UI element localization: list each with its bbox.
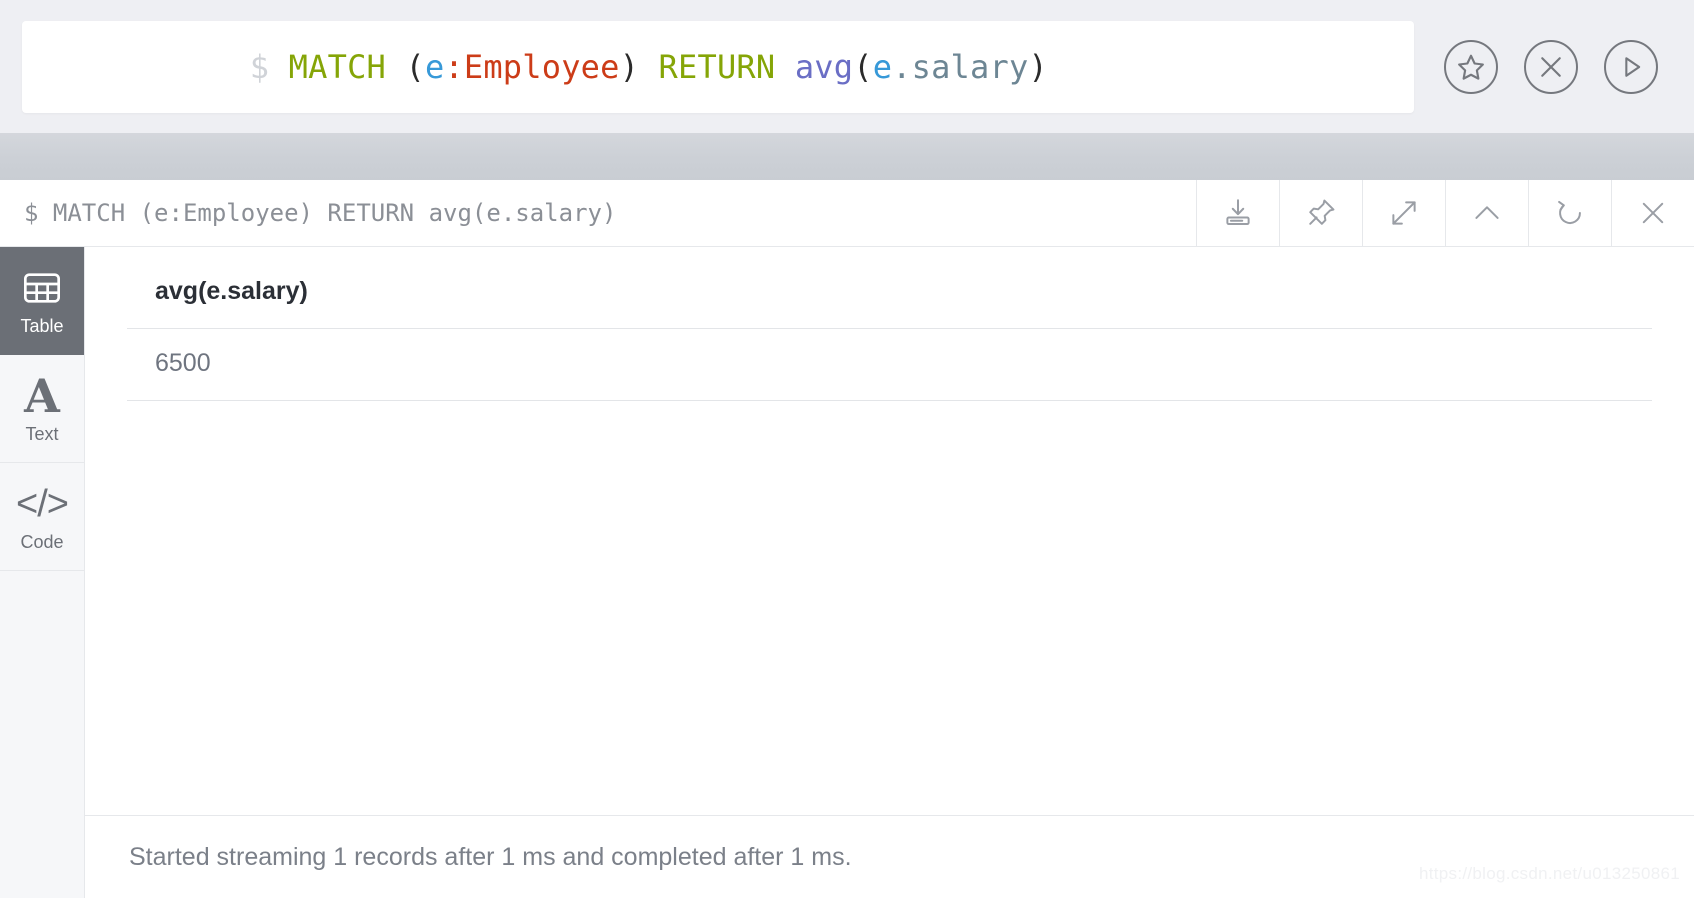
editor-action-buttons (1444, 39, 1658, 94)
code-icon: </> (16, 482, 69, 525)
tab-code[interactable]: </> Code (0, 463, 84, 571)
editor-frame-divider (0, 133, 1694, 180)
sidebar-filler (0, 571, 84, 898)
tab-table[interactable]: Table (0, 247, 84, 355)
space-2 (386, 48, 405, 86)
table-head: avg(e.salary) (127, 269, 1652, 329)
variable-e-2: e (872, 47, 893, 86)
play-icon (1617, 53, 1645, 81)
prompt-symbol: $ (249, 47, 270, 86)
paren-open-2: ( (853, 47, 873, 86)
frame-title: $ MATCH (e:Employee) RETURN avg(e.salary… (24, 199, 617, 227)
function-avg: avg (794, 47, 854, 86)
chevron-up-icon (1470, 196, 1504, 230)
expand-icon (1387, 196, 1421, 230)
clear-editor-button[interactable] (1524, 39, 1578, 94)
tab-table-label: Table (20, 315, 64, 336)
collapse-button[interactable] (1445, 180, 1528, 246)
table-row: 6500 (127, 328, 1652, 401)
refresh-button[interactable] (1528, 180, 1611, 246)
refresh-icon (1553, 196, 1587, 230)
table-body: 6500 (127, 328, 1652, 401)
query-editor-bar: $ MATCH (e:Employee) RETURN avg(e.salary… (0, 0, 1694, 133)
view-switcher-sidebar: Table A Text </> Code (0, 247, 85, 898)
watermark: https://blog.csdn.net/u013250861 (1418, 864, 1680, 883)
keyword-match: MATCH (288, 47, 386, 86)
status-bar: Started streaming 1 records after 1 ms a… (85, 815, 1694, 898)
download-button[interactable] (1196, 180, 1279, 246)
result-frame-body: Table A Text </> Code avg(e.salary) 6500… (0, 247, 1694, 898)
paren-open-1: ( (405, 47, 425, 86)
download-icon (1221, 196, 1255, 230)
result-table-container: avg(e.salary) 6500 (85, 247, 1694, 815)
tab-text[interactable]: A Text (0, 355, 84, 463)
neo4j-browser-window: $ MATCH (e:Employee) RETURN avg(e.salary… (0, 0, 1694, 898)
table-icon (22, 267, 62, 309)
pin-icon (1304, 196, 1338, 230)
frame-toolbar (1196, 180, 1694, 246)
variable-e-1: e (424, 47, 445, 86)
results-pane: avg(e.salary) 6500 Started streaming 1 r… (85, 247, 1694, 898)
column-header-avg-salary[interactable]: avg(e.salary) (127, 269, 1652, 329)
result-table: avg(e.salary) 6500 (127, 269, 1652, 401)
table-header-row: avg(e.salary) (127, 269, 1652, 329)
expand-button[interactable] (1362, 180, 1445, 246)
keyword-return: RETURN (658, 47, 776, 86)
run-query-button[interactable] (1604, 39, 1658, 94)
query-editor-input[interactable]: $ MATCH (e:Employee) RETURN avg(e.salary… (22, 19, 1414, 115)
paren-close-1: ) (619, 47, 640, 86)
star-icon (1456, 52, 1486, 82)
text-icon-glyph: A (24, 368, 60, 423)
node-label-employee: :Employee (444, 47, 620, 86)
tab-text-label: Text (25, 423, 59, 444)
close-icon (1537, 53, 1565, 81)
code-icon-glyph: </> (16, 482, 69, 525)
pin-button[interactable] (1279, 180, 1362, 246)
space-1 (269, 48, 288, 86)
tab-code-label: Code (20, 531, 64, 552)
close-frame-button[interactable] (1611, 180, 1694, 246)
cypher-query-text: $ MATCH (e:Employee) RETURN avg(e.salary… (94, 19, 1048, 115)
text-icon: A (24, 368, 60, 423)
table-cell-avg-salary: 6500 (127, 328, 1652, 401)
result-frame: $ MATCH (e:Employee) RETURN avg(e.salary… (0, 180, 1694, 898)
space-4 (775, 48, 794, 86)
favorite-button[interactable] (1444, 39, 1498, 94)
close-icon (1636, 196, 1670, 230)
property-salary: .salary (892, 47, 1029, 86)
status-message: Started streaming 1 records after 1 ms a… (129, 842, 852, 871)
result-frame-header: $ MATCH (e:Employee) RETURN avg(e.salary… (0, 180, 1694, 247)
space-3 (639, 48, 658, 86)
paren-close-2: ) (1028, 47, 1048, 86)
